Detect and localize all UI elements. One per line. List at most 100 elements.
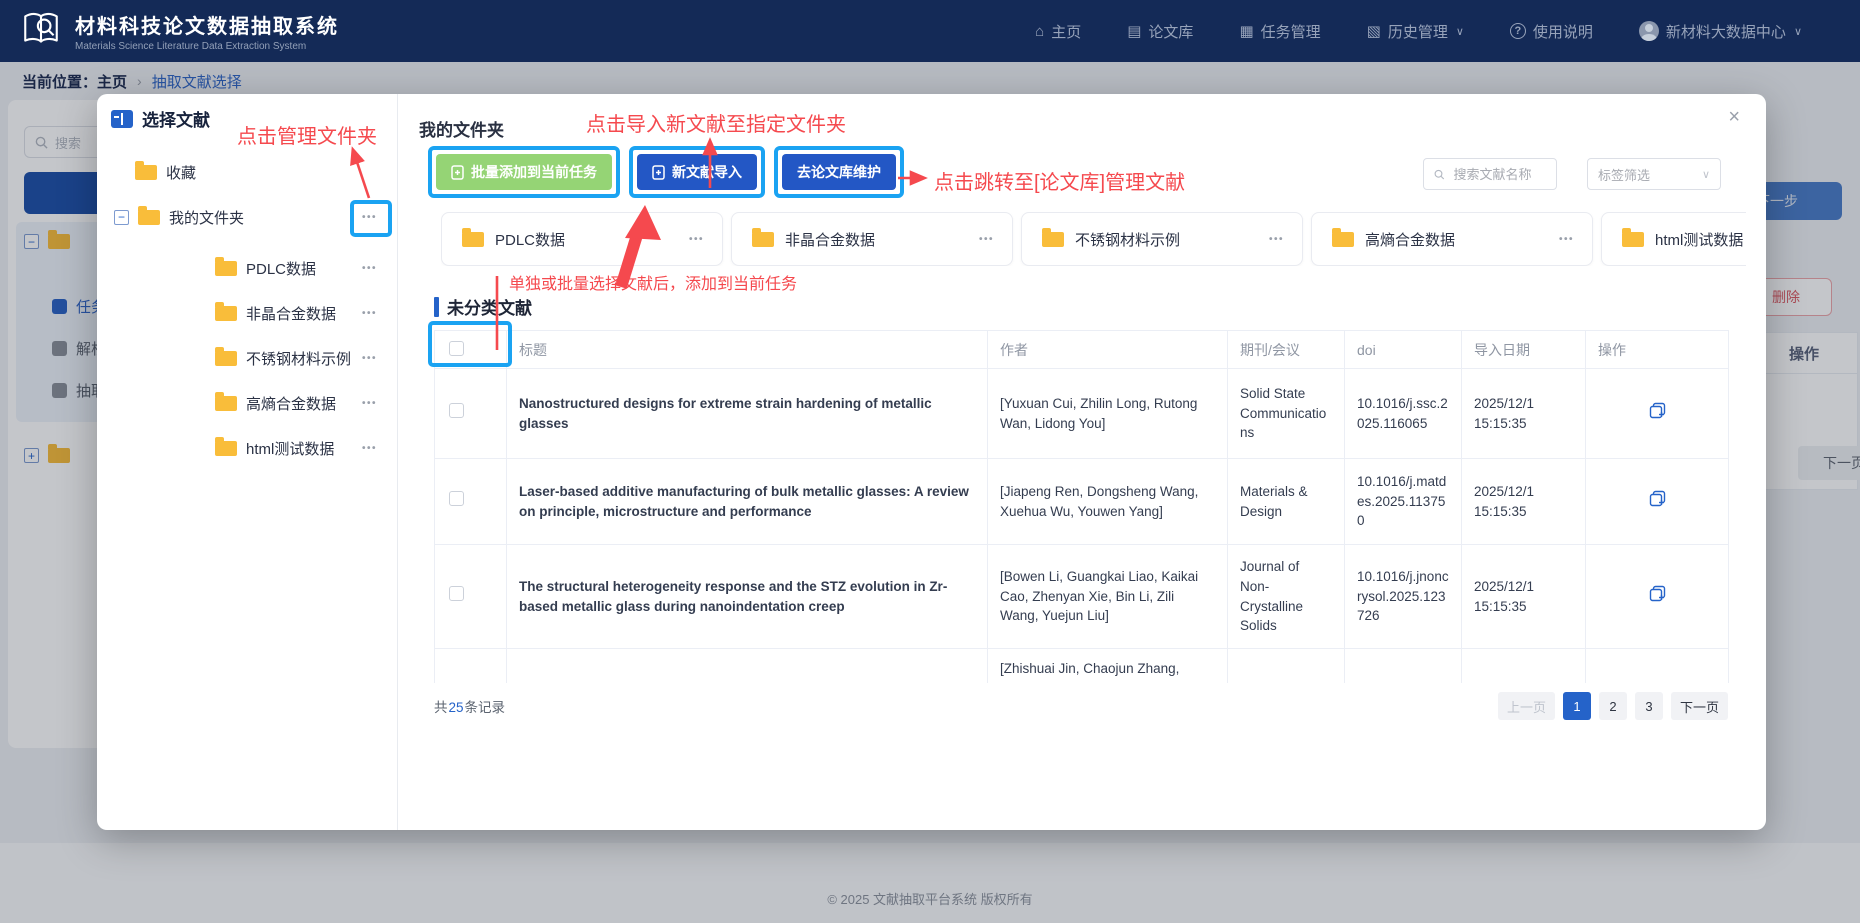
add-to-task-icon[interactable]	[1649, 585, 1666, 602]
document-plus-icon	[652, 165, 665, 180]
modal-main: 我的文件夹 批量添加到当前任务	[398, 94, 1766, 830]
folder-card-amorphous[interactable]: 非晶合金数据 •••	[731, 212, 1013, 266]
folder-view-title: 我的文件夹	[419, 116, 504, 141]
paper-authors: [Jiapeng Ren, Dongsheng Wang, Xuehua Wu,…	[988, 459, 1228, 545]
nav-item-history[interactable]: ▧ 历史管理 ∨	[1367, 21, 1464, 42]
paper-doi	[1345, 649, 1462, 684]
row-checkbox[interactable]	[449, 491, 464, 506]
paper-doi: 10.1016/j.ssc.2025.116065	[1345, 369, 1462, 459]
section-title-unclassified: 未分类文献	[434, 294, 532, 319]
pagination-next-button[interactable]: 下一页	[1671, 692, 1728, 720]
col-header-authors: 作者	[988, 331, 1228, 369]
tree-item-html-test[interactable]: html测试数据 •••	[215, 435, 377, 461]
col-header-title: 标题	[507, 331, 988, 369]
literature-table-container: 标题 作者 期刊/会议 doi 导入日期 操作 Nanostructured d…	[434, 330, 1730, 683]
add-to-task-icon[interactable]	[1649, 402, 1666, 419]
paper-authors: [Zhishuai Jin, Chaojun Zhang,	[988, 649, 1228, 684]
home-icon: ⌂	[1035, 24, 1044, 39]
folder-card-pdlc[interactable]: PDLC数据 •••	[441, 212, 723, 266]
annotation-box-select-checkbox	[428, 321, 512, 367]
nav-item-tasks[interactable]: ▦ 任务管理	[1239, 21, 1320, 42]
history-icon: ▧	[1367, 24, 1381, 39]
tree-item-pdlc[interactable]: PDLC数据 •••	[215, 255, 377, 281]
more-actions-icon[interactable]: •••	[979, 234, 994, 245]
col-header-date: 导入日期	[1462, 331, 1586, 369]
folder-icon	[215, 351, 237, 366]
folder-icon	[215, 261, 237, 276]
app-subtitle: Materials Science Literature Data Extrac…	[75, 41, 339, 52]
nav-item-library[interactable]: ▤ 论文库	[1127, 21, 1193, 42]
nav-item-user[interactable]: 新材料大数据中心 ∨	[1639, 21, 1802, 42]
folder-icon	[462, 232, 484, 247]
paper-date: 2025/12/1 15:15:35	[1462, 459, 1586, 545]
more-actions-icon[interactable]: •••	[362, 443, 377, 454]
folder-icon	[1332, 232, 1354, 247]
pagination-page-3[interactable]: 3	[1635, 692, 1663, 720]
nav-item-help[interactable]: ? 使用说明	[1510, 21, 1593, 42]
more-actions-icon[interactable]: •••	[1559, 234, 1574, 245]
nav-item-home[interactable]: ⌂ 主页	[1035, 21, 1081, 42]
row-checkbox[interactable]	[449, 403, 464, 418]
paper-journal: Solid State Communications	[1228, 369, 1345, 459]
close-icon[interactable]: ×	[1728, 106, 1740, 129]
table-row: Nanostructured designs for extreme strai…	[435, 369, 1729, 459]
table-row: The structural heterogeneity response an…	[435, 545, 1729, 649]
tree-item-amorphous[interactable]: 非晶合金数据 •••	[215, 300, 377, 326]
more-actions-icon[interactable]: •••	[362, 398, 377, 409]
literature-search-input[interactable]	[1452, 166, 1547, 183]
more-actions-icon[interactable]: •••	[362, 263, 377, 274]
paper-doi: 10.1016/j.matdes.2025.113750	[1345, 459, 1462, 545]
col-header-journal: 期刊/会议	[1228, 331, 1345, 369]
more-actions-icon[interactable]: •••	[362, 308, 377, 319]
batch-add-button[interactable]: 批量添加到当前任务	[436, 154, 612, 190]
paper-doi: 10.1016/j.jnoncrysol.2025.123726	[1345, 545, 1462, 649]
annotation-manage-folder: 点击管理文件夹	[237, 120, 377, 149]
import-new-button[interactable]: 新文献导入	[637, 154, 757, 190]
chevron-down-icon: ∨	[1794, 25, 1802, 38]
pagination-page-1[interactable]: 1	[1563, 692, 1591, 720]
paper-title: The structural heterogeneity response an…	[507, 545, 988, 649]
more-actions-icon[interactable]: •••	[1269, 234, 1284, 245]
table-row: Laser-based additive manufacturing of bu…	[435, 459, 1729, 545]
pagination-prev-button[interactable]: 上一页	[1498, 692, 1555, 720]
row-checkbox[interactable]	[449, 586, 464, 601]
tree-item-high-entropy[interactable]: 高熵合金数据 •••	[215, 390, 377, 416]
paper-journal	[1228, 649, 1345, 684]
annotation-import-hint: 点击导入新文献至指定文件夹	[586, 108, 846, 137]
paper-title: Nanostructured designs for extreme strai…	[507, 369, 988, 459]
pagination-page-2[interactable]: 2	[1599, 692, 1627, 720]
document-plus-icon	[451, 165, 464, 180]
action-button-row: 批量添加到当前任务 新文献导入 去论文库维护	[428, 146, 904, 198]
tag-filter-select[interactable]: 标签筛选 ∨	[1587, 158, 1721, 190]
paper-date	[1462, 649, 1586, 684]
paper-authors: [Yuxuan Cui, Zhilin Long, Rutong Wan, Li…	[988, 369, 1228, 459]
folder-card-html-test[interactable]: html测试数据 •••	[1601, 212, 1746, 266]
folder-icon	[138, 210, 160, 225]
annotation-highlight-box: 去论文库维护	[774, 146, 904, 198]
literature-search-box[interactable]	[1423, 158, 1557, 190]
avatar-icon	[1639, 21, 1659, 41]
goto-library-button[interactable]: 去论文库维护	[782, 154, 896, 190]
add-to-task-icon[interactable]	[1649, 490, 1666, 507]
paper-title: Laser-based additive manufacturing of bu…	[507, 459, 988, 545]
table-row: [Zhishuai Jin, Chaojun Zhang,	[435, 649, 1729, 684]
folder-card-high-entropy[interactable]: 高熵合金数据 •••	[1311, 212, 1593, 266]
folder-card-stainless[interactable]: 不锈钢材料示例 •••	[1021, 212, 1303, 266]
more-actions-icon[interactable]: •••	[362, 353, 377, 364]
modal-title: 选择文献	[142, 106, 210, 131]
annotation-library-hint: 点击跳转至[论文库]管理文献	[934, 166, 1185, 195]
paper-journal: Materials & Design	[1228, 459, 1345, 545]
folder-card-row: PDLC数据 ••• 非晶合金数据 ••• 不锈钢材料示例 ••• 高熵合金数据…	[441, 212, 1746, 266]
folder-icon	[1622, 232, 1644, 247]
tree-item-stainless[interactable]: 不锈钢材料示例 •••	[215, 345, 377, 371]
row-actions	[1586, 545, 1729, 649]
folder-icon	[215, 306, 237, 321]
collapse-icon[interactable]: −	[114, 210, 129, 225]
tree-item-favorites[interactable]: 收藏	[135, 159, 377, 185]
paper-title	[507, 649, 988, 684]
paper-authors: [Bowen Li, Guangkai Liao, Kaikai Cao, Zh…	[988, 545, 1228, 649]
more-actions-icon[interactable]: •••	[689, 234, 704, 245]
tree-item-my-folders[interactable]: − 我的文件夹 •••	[114, 204, 377, 230]
question-icon: ?	[1510, 23, 1526, 39]
annotation-box-folder-actions	[350, 200, 392, 237]
